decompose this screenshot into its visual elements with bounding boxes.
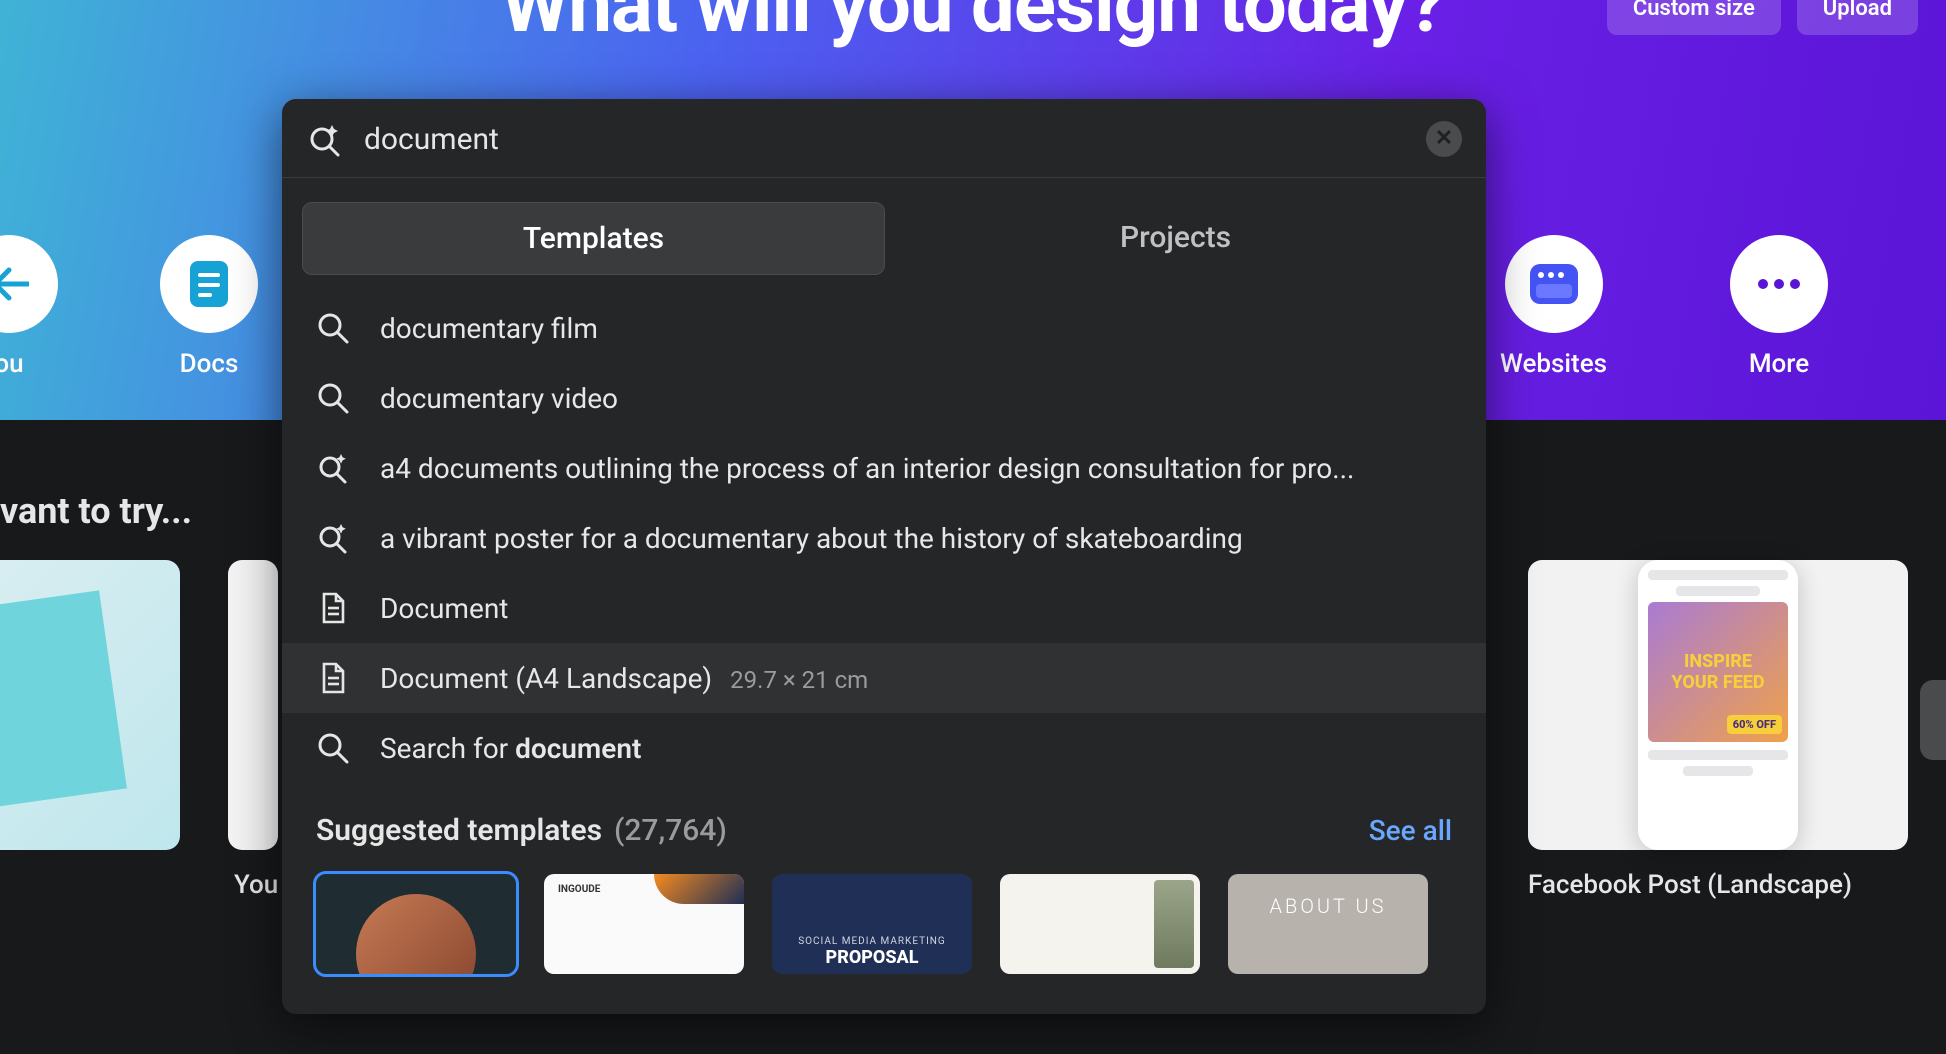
phone-mockup: INSPIRE YOUR FEED 60% OFF bbox=[1638, 560, 1798, 850]
document-icon bbox=[316, 661, 350, 695]
suggestion-item[interactable]: Document (A4 Landscape) 29.7 × 21 cm bbox=[282, 643, 1486, 713]
template-card[interactable]: INSPIRE YOUR FEED 60% OFF bbox=[1528, 560, 1908, 850]
suggestion-item[interactable]: a4 documents outlining the process of an… bbox=[282, 433, 1486, 503]
template-thumbnail[interactable]: ABOUT US bbox=[1228, 874, 1428, 974]
card-caption: Facebook Post (Landscape) bbox=[1528, 870, 1852, 900]
suggestion-list: documentary film documentary video a4 do… bbox=[282, 275, 1486, 783]
suggestion-item[interactable]: documentary film bbox=[282, 293, 1486, 363]
suggestion-label: documentary film bbox=[380, 312, 598, 345]
category-more[interactable]: More bbox=[1730, 235, 1828, 379]
suggestion-dimensions: 29.7 × 21 cm bbox=[730, 666, 868, 694]
category-label: Websites bbox=[1500, 349, 1607, 379]
clear-search-button[interactable]: ✕ bbox=[1426, 121, 1462, 157]
more-icon bbox=[1730, 235, 1828, 333]
template-card[interactable] bbox=[228, 560, 278, 850]
search-icon bbox=[316, 311, 350, 345]
search-for-item[interactable]: Search for document bbox=[282, 713, 1486, 783]
category-websites[interactable]: Websites bbox=[1500, 235, 1607, 379]
hero-top-buttons: Custom size Upload bbox=[1607, 0, 1918, 35]
search-tabs: Templates Projects bbox=[282, 178, 1486, 275]
category-for-you[interactable]: ou bbox=[0, 235, 58, 379]
category-label: More bbox=[1749, 349, 1809, 379]
upload-button[interactable]: Upload bbox=[1797, 0, 1918, 35]
category-docs[interactable]: Docs bbox=[160, 235, 258, 379]
magic-search-icon bbox=[306, 121, 342, 157]
websites-icon bbox=[1505, 235, 1603, 333]
suggested-templates-header: Suggested templates (27,764) See all bbox=[282, 783, 1486, 848]
search-panel: ✕ Templates Projects documentary film do… bbox=[282, 99, 1486, 1014]
carousel-next-button[interactable] bbox=[1920, 680, 1946, 760]
magic-search-icon bbox=[316, 521, 350, 555]
suggested-templates-title: Suggested templates bbox=[316, 813, 602, 848]
thumbnail-text: PROPOSAL bbox=[826, 947, 919, 968]
card-caption: You bbox=[234, 870, 278, 900]
suggested-templates-count: (27,764) bbox=[614, 813, 727, 848]
see-all-link[interactable]: See all bbox=[1369, 814, 1452, 847]
section-heading: vant to try... bbox=[0, 490, 192, 532]
search-bar: ✕ bbox=[282, 99, 1486, 157]
thumbnail-text: SOCIAL MEDIA MARKETING bbox=[798, 936, 946, 947]
thumbnail-text: ABOUT US bbox=[1270, 894, 1387, 918]
suggestion-label: a vibrant poster for a documentary about… bbox=[380, 522, 1243, 555]
thumbnail-text: INGOUDE bbox=[558, 884, 600, 895]
suggestion-label: documentary video bbox=[380, 382, 618, 415]
search-for-term: document bbox=[515, 732, 641, 765]
paper-plane-icon bbox=[0, 590, 127, 817]
template-thumbnail-row: INGOUDE SOCIAL MEDIA MARKETING PROPOSAL … bbox=[282, 848, 1486, 974]
suggestion-item[interactable]: a vibrant poster for a documentary about… bbox=[282, 503, 1486, 573]
template-thumbnail[interactable] bbox=[316, 874, 516, 974]
hero-title: What will you design today? bbox=[501, 0, 1445, 51]
template-card[interactable] bbox=[0, 560, 180, 850]
for-you-icon bbox=[0, 235, 58, 333]
magic-search-icon bbox=[316, 451, 350, 485]
phone-text: YOUR FEED bbox=[1671, 672, 1764, 693]
suggestion-item[interactable]: Document bbox=[282, 573, 1486, 643]
suggestion-label: Document bbox=[380, 592, 508, 625]
suggestion-label: a4 documents outlining the process of an… bbox=[380, 452, 1354, 485]
search-input[interactable] bbox=[364, 122, 1404, 157]
tab-templates[interactable]: Templates bbox=[302, 202, 885, 275]
custom-size-button[interactable]: Custom size bbox=[1607, 0, 1781, 35]
template-thumbnail[interactable]: INGOUDE bbox=[544, 874, 744, 974]
tab-projects[interactable]: Projects bbox=[885, 202, 1466, 275]
docs-icon bbox=[160, 235, 258, 333]
template-thumbnail[interactable]: SOCIAL MEDIA MARKETING PROPOSAL bbox=[772, 874, 972, 974]
search-for-prefix: Search for bbox=[380, 732, 515, 765]
category-label: ou bbox=[0, 349, 24, 379]
search-icon bbox=[316, 381, 350, 415]
category-label: Docs bbox=[180, 349, 239, 379]
template-thumbnail[interactable] bbox=[1000, 874, 1200, 974]
document-icon bbox=[316, 591, 350, 625]
suggestion-item[interactable]: documentary video bbox=[282, 363, 1486, 433]
search-icon bbox=[316, 731, 350, 765]
discount-badge: 60% OFF bbox=[1727, 715, 1782, 734]
phone-text: INSPIRE bbox=[1684, 651, 1752, 672]
suggestion-label: Document (A4 Landscape) bbox=[380, 662, 712, 695]
close-icon: ✕ bbox=[1435, 128, 1453, 150]
